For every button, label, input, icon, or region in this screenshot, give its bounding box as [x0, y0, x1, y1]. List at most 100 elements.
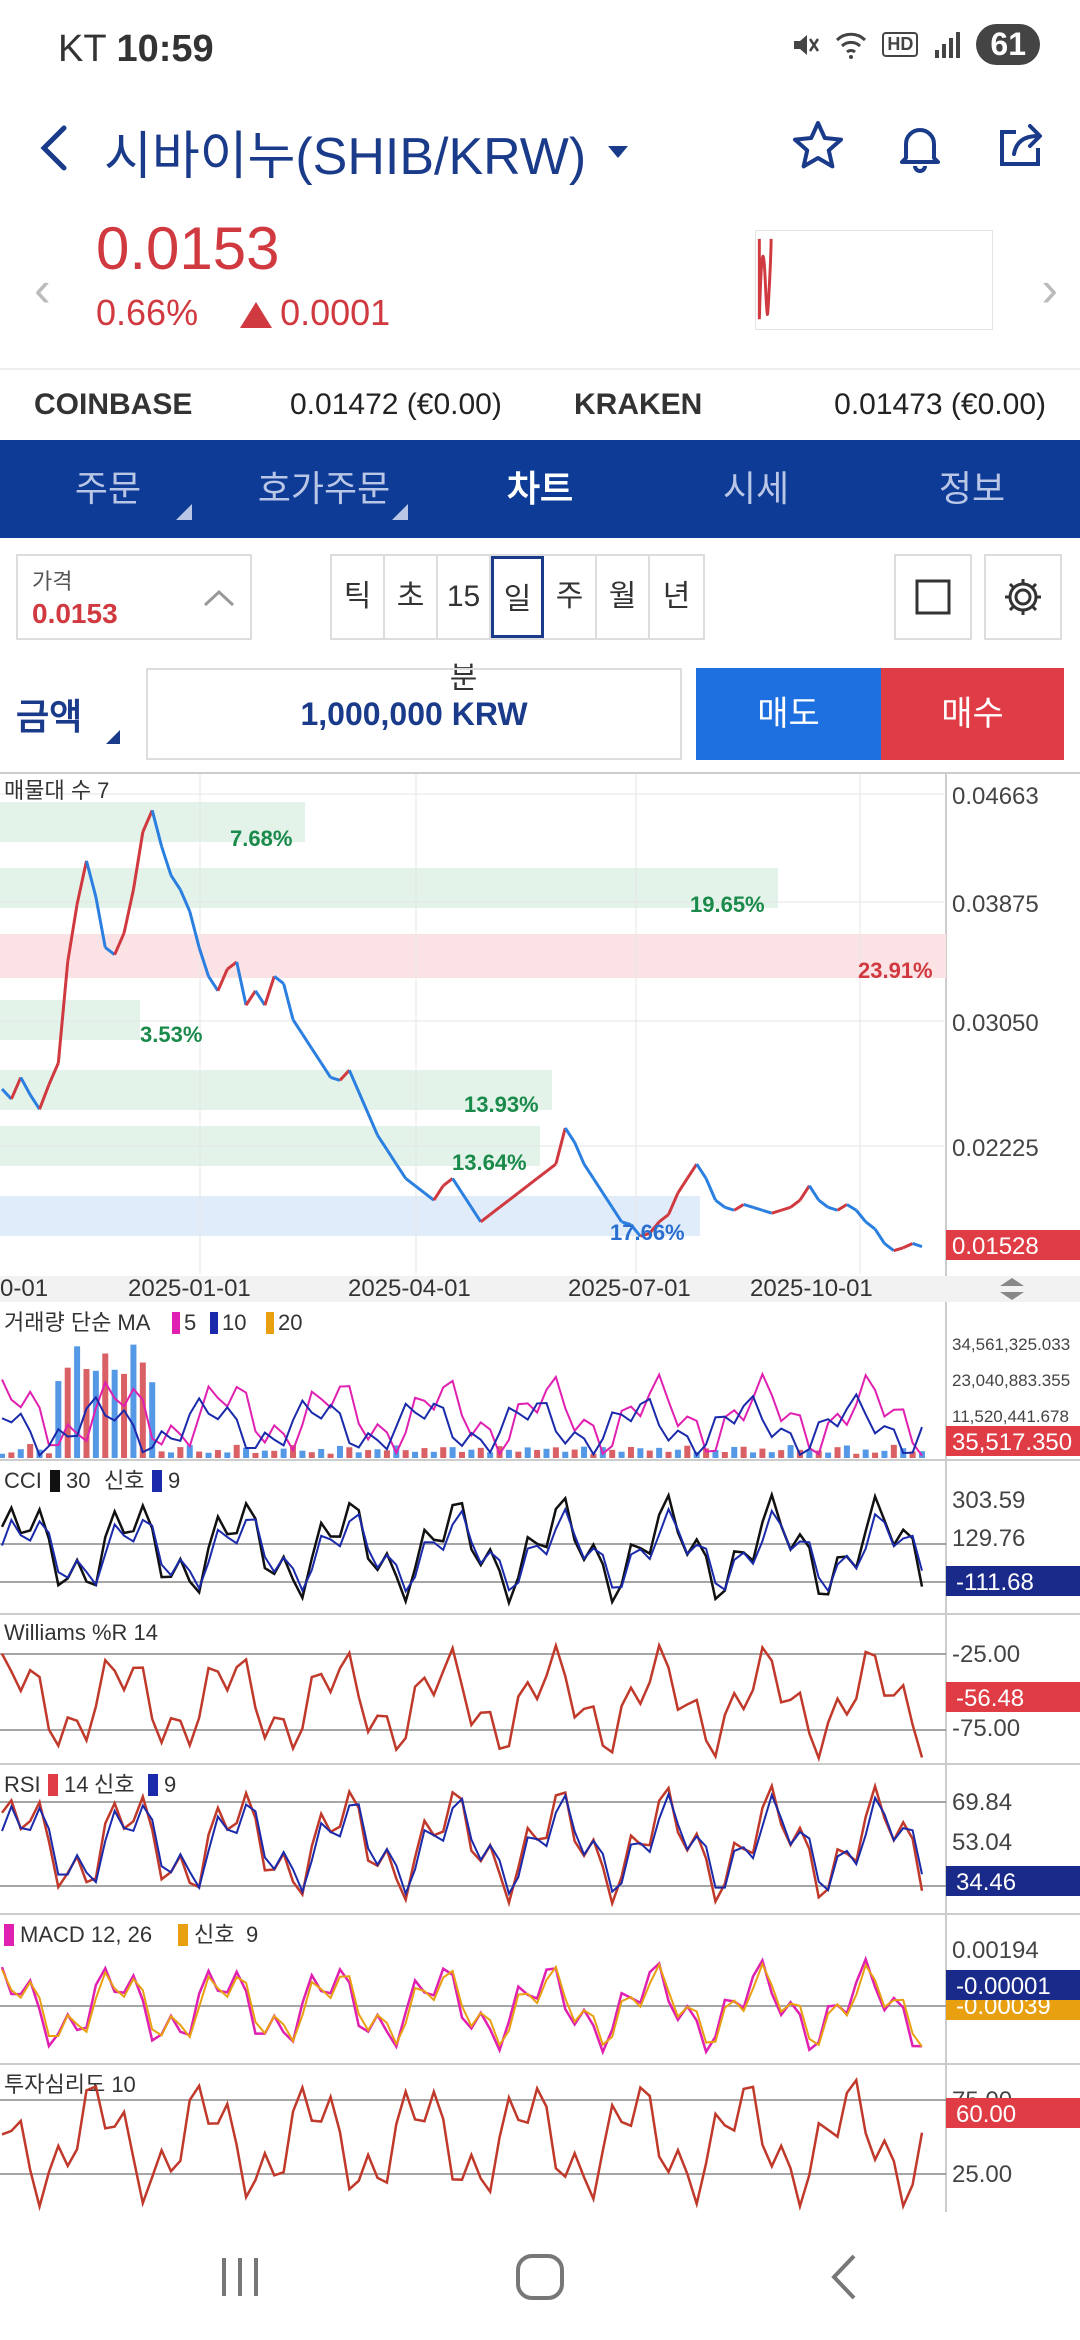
williams-current-tag-text: -56.48	[956, 1685, 1024, 1712]
y-tick: 25.00	[952, 2161, 1012, 2188]
x-tick: 2025-07-01	[568, 1275, 691, 1302]
submenu-corner-icon	[392, 504, 408, 520]
volume-bar	[684, 1445, 691, 1458]
legend-swatch	[148, 1774, 158, 1796]
macd-title: MACD 12, 26 신호 9	[4, 1922, 258, 1947]
settings-button[interactable]	[984, 554, 1062, 640]
fullscreen-button[interactable]	[894, 554, 972, 640]
cci-signal-line	[1, 1506, 923, 1594]
tab-label: 차트	[506, 468, 574, 509]
chevron-up-icon[interactable]	[202, 588, 236, 608]
volume-bar	[421, 1448, 428, 1458]
amount-type-selector[interactable]: 금액	[16, 688, 120, 744]
star-icon[interactable]	[790, 118, 846, 174]
app-header: 시바이누(SHIB/KRW)	[0, 100, 1080, 200]
price-segment	[263, 975, 276, 1006]
volume-bar	[571, 1449, 578, 1458]
legend-swatch	[152, 1470, 162, 1492]
tab-info[interactable]: 정보	[864, 440, 1080, 538]
share-icon[interactable]	[994, 118, 1050, 174]
panel-title: MACD 12, 26	[20, 1922, 152, 1947]
signal-icon	[935, 31, 961, 58]
period-day[interactable]: 일	[491, 556, 544, 638]
price-segment	[902, 1242, 914, 1250]
mute-icon	[794, 34, 820, 55]
volume-bar	[177, 1447, 184, 1458]
rsi-title: RSI 14 신호 9	[4, 1772, 176, 1797]
quote-panel: ‹ 0.0153 0.66% 0.0001 ›	[0, 200, 1080, 370]
period-second[interactable]: 초	[385, 556, 438, 638]
clock: 10:59	[116, 28, 214, 70]
volume-bar	[243, 1447, 250, 1458]
period-year[interactable]: 년	[650, 556, 703, 638]
chart-canvas[interactable]: 7.68% 19.65% 23.91% 3.53% 13.93% 13.64% …	[0, 774, 1080, 2214]
recent-apps-icon[interactable]	[210, 2252, 270, 2302]
back-nav-icon[interactable]	[814, 2250, 874, 2304]
price-segment	[817, 1198, 830, 1209]
volume-bar	[111, 1369, 118, 1458]
legend-text: 신호	[194, 1922, 234, 1947]
volume-bar	[534, 1449, 541, 1458]
system-nav-bar	[0, 2212, 1080, 2340]
main-panel-title: 매물대 수 7	[4, 778, 109, 803]
submenu-corner-icon	[106, 730, 120, 744]
volume-bar	[787, 1445, 794, 1458]
sell-button[interactable]: 매도	[696, 668, 881, 760]
volume-bar	[17, 1449, 24, 1458]
price-segment	[780, 1205, 792, 1212]
psy-title: 투자심리도 10	[4, 2072, 136, 2097]
period-15min[interactable]: 15분	[438, 556, 491, 695]
psy-series	[1, 2077, 924, 2212]
tab-market[interactable]: 시세	[648, 440, 864, 538]
price-segment	[442, 1177, 454, 1187]
prev-market-icon[interactable]: ‹	[34, 260, 51, 318]
price-input[interactable]: 가격 0.0153	[16, 554, 252, 640]
legend-text: 신호	[94, 1772, 134, 1797]
y-tick: 34,561,325.033	[952, 1335, 1070, 1354]
tab-label: 주문	[74, 468, 142, 509]
volume-bar	[721, 1452, 728, 1458]
chart-area[interactable]: 7.68% 19.65% 23.91% 3.53% 13.93% 13.64% …	[0, 772, 1080, 2214]
volume-bar	[759, 1448, 766, 1458]
period-tick[interactable]: 틱	[332, 556, 385, 638]
tab-orderbook[interactable]: 호가주문	[216, 440, 432, 538]
macd-y-axis: 0.00194	[952, 1937, 1039, 1964]
vp-label: 23.91%	[858, 958, 933, 983]
x-tick: 2025-01-01	[128, 1275, 251, 1302]
price-segment	[676, 1177, 689, 1194]
vp-label: 19.65%	[690, 892, 765, 917]
legend-swatch	[50, 1470, 60, 1492]
price-segment	[310, 1047, 323, 1064]
y-tick: 0.03875	[952, 891, 1039, 918]
home-icon[interactable]	[510, 2250, 570, 2304]
volume-bar	[740, 1446, 747, 1458]
volume-bar	[872, 1452, 879, 1458]
period-month[interactable]: 월	[597, 556, 650, 638]
bell-icon[interactable]	[892, 118, 948, 174]
price-input-value: 0.0153	[32, 598, 118, 629]
market-selector[interactable]: 시바이누(SHIB/KRW)	[104, 114, 630, 189]
price-segment	[301, 1033, 314, 1050]
volume-bar	[468, 1449, 475, 1458]
volume-bar	[224, 1452, 231, 1458]
volume-bar	[336, 1445, 343, 1458]
volume-bar	[327, 1453, 334, 1458]
back-icon[interactable]	[30, 118, 80, 178]
buy-button[interactable]: 매수	[881, 668, 1064, 760]
price-segment	[864, 1220, 876, 1231]
period-week[interactable]: 주	[544, 556, 597, 638]
volume-bar	[365, 1450, 372, 1458]
amount-input[interactable]: 1,000,000 KRW	[146, 668, 682, 760]
price-segment	[808, 1184, 820, 1201]
next-market-icon[interactable]: ›	[1041, 260, 1058, 318]
tab-order[interactable]: 주문	[0, 440, 216, 538]
vp-label: 13.93%	[464, 1092, 539, 1117]
status-icons: HD 61	[790, 24, 1040, 65]
exchange-prices: COINBASE 0.01472 (€0.00) KRAKEN 0.01473 …	[0, 368, 1080, 440]
x-tick: 0-01	[0, 1275, 48, 1302]
tab-chart[interactable]: 차트	[432, 440, 648, 538]
panel-title: CCI	[4, 1468, 42, 1493]
volume-bar	[609, 1449, 616, 1458]
macd-current-tag-text: -0.00001	[956, 1973, 1051, 2000]
price-segment	[855, 1209, 867, 1223]
